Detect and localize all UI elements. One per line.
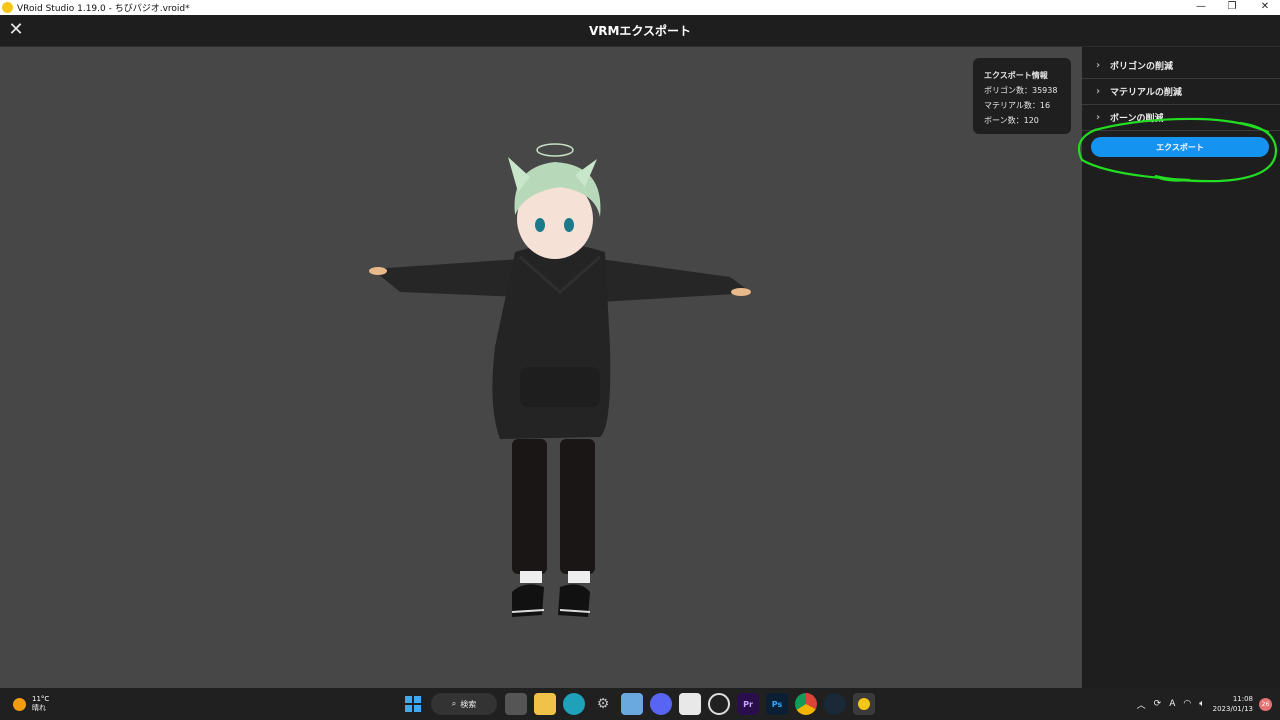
- polygon-count: ポリゴン数：35938: [984, 86, 1058, 95]
- photos-icon[interactable]: [621, 693, 643, 715]
- system-tray: ︿ ⟳ A ◠ 🔈︎ 11:08 2023/01/13 26: [1137, 692, 1272, 716]
- chevron-right-icon: ›: [1096, 60, 1101, 71]
- edge-icon[interactable]: [563, 693, 585, 715]
- accordion-polygon-reduction[interactable]: › ポリゴンの削減: [1082, 53, 1280, 79]
- obs-icon[interactable]: [708, 693, 730, 715]
- taskbar-pinned-apps: ⌕ 検索 ⚙ Pr Ps: [402, 692, 882, 716]
- notification-badge[interactable]: 26: [1259, 697, 1272, 711]
- sync-icon[interactable]: ⟳: [1154, 699, 1162, 709]
- bone-count: ボーン数：120: [984, 116, 1039, 125]
- start-icon[interactable]: [402, 693, 424, 715]
- file-explorer-icon[interactable]: [534, 693, 556, 715]
- weather-desc: 晴れ: [32, 704, 46, 712]
- export-info-panel: エクスポート情報 ポリゴン数：35938 マテリアル数：16 ボーン数：120: [973, 58, 1071, 134]
- accordion-label: ポリゴンの削減: [1110, 62, 1174, 72]
- avatar-model: [369, 143, 752, 617]
- discord-icon[interactable]: [650, 693, 672, 715]
- model-viewport[interactable]: [0, 47, 1082, 688]
- chrome-icon[interactable]: [795, 693, 817, 715]
- chevron-up-icon[interactable]: ︿: [1137, 698, 1146, 711]
- accordion-label: ボーンの削減: [1110, 114, 1164, 124]
- sun-icon: [13, 697, 26, 711]
- weather-temp: 11°C: [32, 695, 50, 703]
- volume-icon[interactable]: 🔈︎: [1199, 699, 1204, 709]
- window-title: VRoid Studio 1.19.0 - ちびパジオ.vroid*: [17, 4, 190, 14]
- clock-date: 2023/01/13: [1212, 705, 1253, 713]
- steam-icon[interactable]: [824, 693, 846, 715]
- task-view-icon[interactable]: [505, 693, 527, 715]
- search-icon: ⌕: [451, 699, 457, 708]
- weather-widget[interactable]: 11°C 晴れ: [13, 695, 49, 713]
- accordion-label: マテリアルの削減: [1110, 88, 1182, 98]
- vroid-icon[interactable]: [853, 693, 875, 715]
- app-header: ✕ VRMエクスポート: [0, 15, 1280, 47]
- taskbar-search[interactable]: ⌕ 検索: [431, 693, 497, 715]
- page-title: VRMエクスポート: [588, 24, 692, 38]
- export-button[interactable]: エクスポート: [1091, 137, 1269, 157]
- ime-indicator[interactable]: A: [1169, 699, 1175, 709]
- premiere-icon[interactable]: Pr: [737, 693, 759, 715]
- search-label: 検索: [460, 699, 477, 709]
- clock[interactable]: 11:08 2023/01/13: [1213, 694, 1253, 714]
- vroid-app-icon: [2, 2, 13, 13]
- maximize-button[interactable]: ❐: [1219, 0, 1245, 15]
- chevron-right-icon: ›: [1096, 86, 1101, 97]
- minimize-button[interactable]: —: [1188, 0, 1214, 15]
- taskbar: 11°C 晴れ ⌕ 検索 ⚙ Pr Ps ︿ ⟳ A ◠ 🔈︎ 11:08 20…: [0, 688, 1280, 720]
- accordion-material-reduction[interactable]: › マテリアルの削減: [1082, 79, 1280, 105]
- chevron-right-icon: ›: [1096, 112, 1101, 123]
- store-icon[interactable]: [679, 693, 701, 715]
- settings-icon[interactable]: ⚙: [592, 693, 614, 715]
- material-count: マテリアル数：16: [984, 101, 1051, 110]
- wifi-icon[interactable]: ◠: [1183, 699, 1191, 709]
- window-titlebar: VRoid Studio 1.19.0 - ちびパジオ.vroid* — ❐ ✕: [0, 0, 1280, 15]
- window-close-button[interactable]: ✕: [1252, 0, 1278, 15]
- export-info-heading: エクスポート情報: [984, 71, 1048, 80]
- clock-time: 11:08: [1232, 695, 1253, 703]
- photoshop-icon[interactable]: Ps: [766, 693, 788, 715]
- accordion-bone-reduction[interactable]: › ボーンの削減: [1082, 105, 1280, 131]
